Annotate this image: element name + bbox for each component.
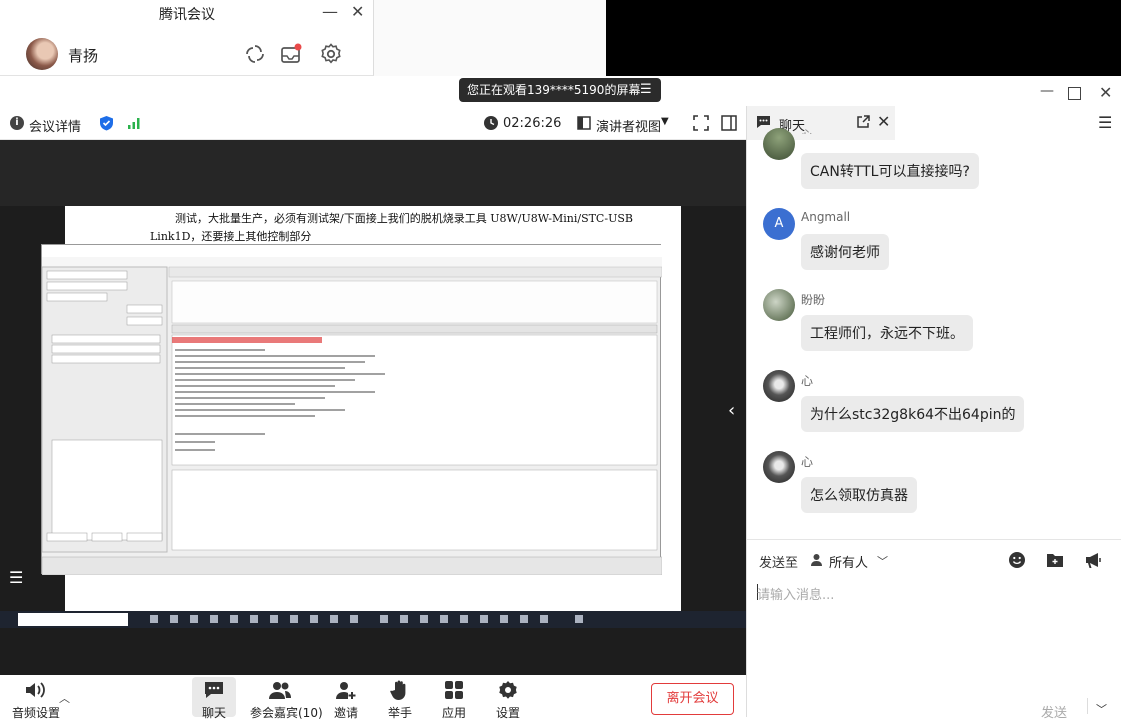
sender-avatar[interactable] — [763, 289, 795, 321]
mini-close-button[interactable]: ✕ — [351, 2, 364, 21]
folder-icon[interactable] — [1046, 552, 1064, 568]
chat-bubble-icon — [756, 115, 771, 129]
more-menu-icon[interactable]: ☰ — [1098, 113, 1112, 132]
list-icon[interactable]: ☰ — [9, 568, 23, 587]
settings-button[interactable]: 设置 — [478, 680, 538, 721]
send-to-dropdown[interactable]: 所有人 — [829, 552, 868, 571]
view-mode-dropdown[interactable]: 演讲者视图 — [596, 116, 661, 135]
screen-top-margin — [0, 140, 746, 206]
leave-meeting-button[interactable]: 离开会议 — [651, 683, 734, 715]
sender-avatar[interactable] — [763, 128, 795, 160]
sender-avatar[interactable]: A — [763, 208, 795, 240]
info-icon: i — [10, 116, 24, 130]
gear-icon[interactable] — [319, 42, 343, 66]
participants-label: 参会嘉宾(10) — [250, 706, 323, 720]
clock-icon — [484, 116, 498, 130]
person-icon — [810, 553, 823, 566]
announcement-icon[interactable] — [1084, 551, 1102, 569]
black-background — [606, 0, 1121, 76]
divider — [747, 539, 1121, 540]
screen-share-banner[interactable]: 您正在观看139****5190的屏幕 — [459, 78, 661, 102]
meeting-timer: 02:26:26 — [503, 116, 562, 131]
sender-name: 心 — [801, 126, 813, 134]
settings-label: 设置 — [495, 706, 520, 720]
raise-hand-button[interactable]: 举手 — [370, 680, 430, 721]
message-input[interactable]: 请输入消息... — [757, 584, 834, 603]
taskbar-search — [18, 613, 128, 626]
inbox-icon[interactable] — [279, 42, 303, 66]
emoji-icon[interactable] — [1008, 551, 1026, 569]
maximize-button[interactable] — [1068, 87, 1081, 100]
sender-name: 心 — [801, 374, 814, 388]
chat-message: 感谢何老师 — [801, 234, 889, 270]
chat-message: 为什么stc32g8k64不出64pin的 — [801, 396, 1025, 432]
chat-button[interactable]: 聊天 — [184, 680, 244, 721]
shared-app-window — [41, 244, 662, 575]
background-area — [374, 0, 606, 76]
chat-label: 聊天 — [201, 706, 226, 720]
view-layout-icon — [577, 116, 591, 130]
sender-name: 盼盼 — [801, 293, 826, 307]
send-button[interactable]: 发送 — [1041, 702, 1067, 721]
chat-message: 工程师们，永远不下班。 — [801, 315, 973, 351]
chevron-down-icon[interactable]: ﹀ — [1096, 701, 1107, 717]
divider — [1087, 698, 1088, 714]
meeting-info-button[interactable]: 会议详情 — [29, 116, 81, 135]
apps-button[interactable]: 应用 — [424, 680, 484, 721]
user-name: 青扬 — [68, 47, 99, 65]
status-icon[interactable] — [243, 42, 267, 66]
collapse-chevron-icon[interactable]: ‹ — [728, 400, 735, 421]
chevron-down-icon[interactable]: ﹀ — [877, 553, 888, 569]
mini-minimize-button[interactable]: — — [322, 2, 338, 21]
chat-message: 怎么领取仿真器 — [801, 477, 917, 513]
sidebar-toggle-icon[interactable] — [721, 115, 737, 131]
participants-button[interactable]: 参会嘉宾(10) — [250, 680, 323, 721]
sender-name: 心 — [801, 455, 814, 469]
mini-window-title: 腾讯会议 — [159, 7, 215, 23]
raise-hand-label: 举手 — [387, 706, 412, 720]
sender-avatar[interactable] — [763, 451, 795, 483]
menu-icon[interactable]: ☰ — [640, 82, 652, 97]
sender-avatar[interactable] — [763, 370, 795, 402]
signal-icon[interactable] — [127, 116, 141, 130]
popout-icon[interactable] — [856, 115, 870, 129]
close-chat-icon[interactable]: ✕ — [877, 112, 890, 131]
document-text-line: 测试，大批量生产，必须有测试架/下面接上我们的脱机烧录工具 U8W/U8W-Mi… — [175, 212, 633, 225]
document-text-line: Link1D，还要接上其他控制部分 — [150, 230, 312, 243]
invite-button[interactable]: 邀请 — [316, 680, 376, 721]
shield-icon[interactable] — [99, 115, 114, 131]
sender-name: Angmall — [801, 210, 851, 224]
fullscreen-icon[interactable] — [693, 115, 709, 131]
chevron-up-icon[interactable]: ︿ — [59, 690, 70, 706]
chevron-down-icon[interactable]: ▼ — [661, 116, 669, 127]
apps-label: 应用 — [441, 706, 466, 720]
audio-settings-button[interactable]: 音频设置 — [6, 680, 66, 721]
send-to-label: 发送至 — [759, 556, 799, 571]
invite-label: 邀请 — [333, 706, 358, 720]
avatar[interactable] — [26, 38, 58, 70]
chat-message: CAN转TTL可以直接接吗? — [801, 153, 979, 189]
close-button[interactable]: ✕ — [1099, 83, 1112, 102]
minimize-button[interactable]: — — [1040, 83, 1054, 99]
audio-settings-label: 音频设置 — [11, 706, 60, 720]
